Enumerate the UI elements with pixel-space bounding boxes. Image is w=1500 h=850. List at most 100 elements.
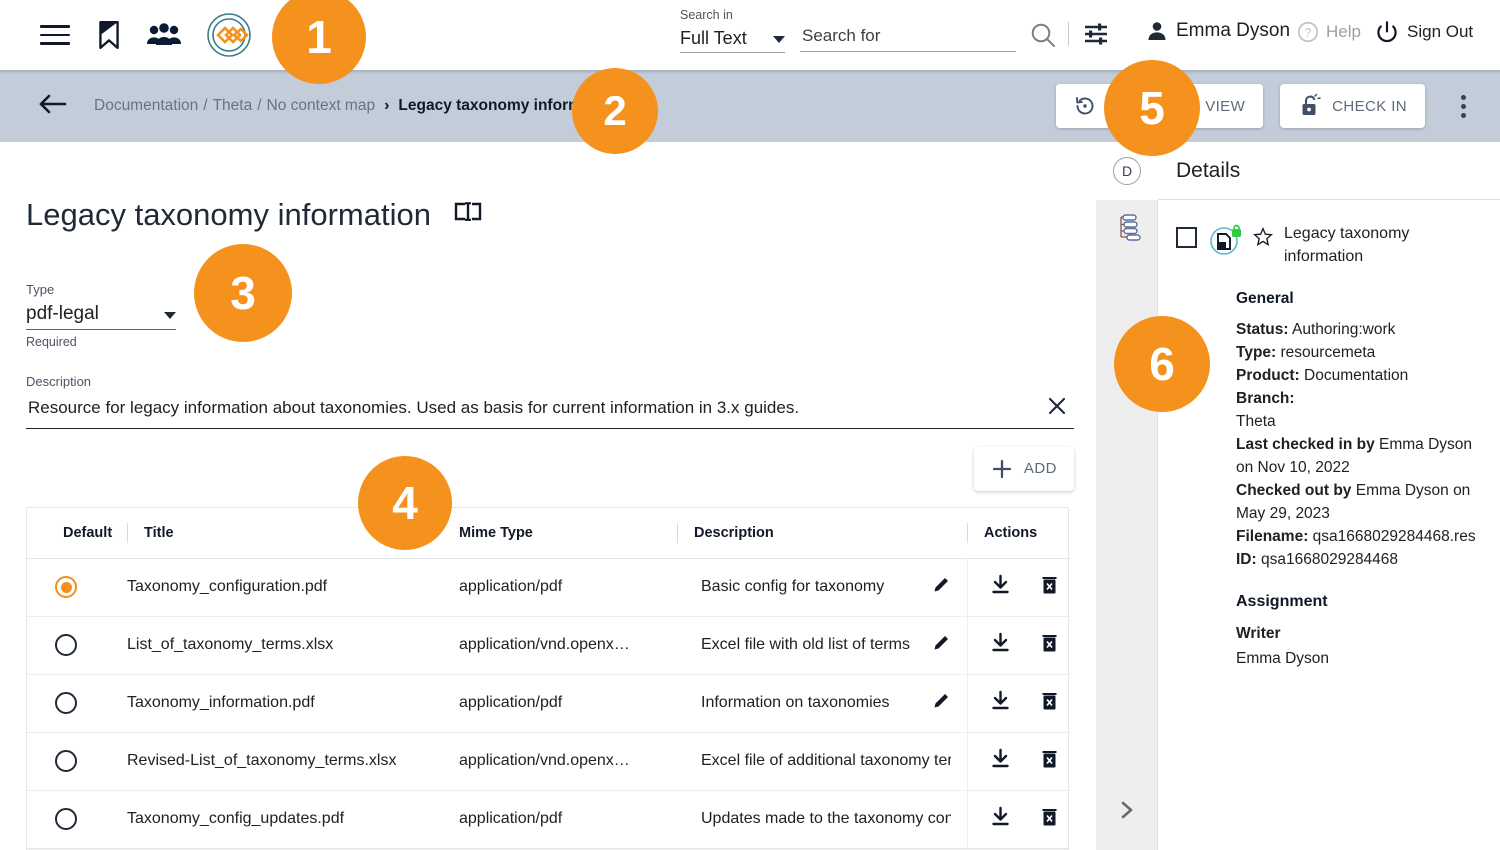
details-header: Details xyxy=(1158,142,1500,200)
rail-tab-hierarchy[interactable] xyxy=(1096,200,1158,258)
column-header-mime-type[interactable]: Mime Type xyxy=(459,507,677,559)
cell-actions xyxy=(967,790,1070,848)
breadcrumb-item-documentation[interactable]: Documentation xyxy=(94,97,198,115)
description-input[interactable] xyxy=(26,397,1006,420)
breadcrumb-separator: / xyxy=(257,97,262,114)
add-button[interactable]: ADD xyxy=(973,446,1074,491)
assignment-block: Writer Emma Dyson xyxy=(1236,621,1484,671)
details-title: Details xyxy=(1176,158,1241,182)
type-select[interactable]: pdf-legal xyxy=(26,303,176,330)
chevron-right-icon: › xyxy=(384,97,390,114)
svg-text:?: ? xyxy=(1305,26,1312,40)
meta-type: Type: resourcemeta xyxy=(1236,341,1484,364)
column-header-description[interactable]: Description xyxy=(677,507,967,559)
default-radio[interactable] xyxy=(55,750,77,773)
form-area: Type pdf-legal Required Description xyxy=(26,282,1096,429)
chevron-right-icon[interactable] xyxy=(1096,790,1158,830)
default-radio[interactable] xyxy=(55,634,77,657)
sign-out-button[interactable]: Sign Out xyxy=(1375,20,1473,44)
star-outline-icon[interactable] xyxy=(1253,226,1273,252)
download-icon[interactable] xyxy=(990,690,1011,716)
delete-icon[interactable] xyxy=(1039,632,1060,659)
search-in-select[interactable]: Full Text xyxy=(680,28,785,53)
column-header-default[interactable]: Default xyxy=(27,507,127,559)
arrow-left-icon[interactable] xyxy=(38,92,68,121)
files-table-wrapper: Default Title Mime Type Description Acti xyxy=(26,506,1070,850)
callout-badge-4: 4 xyxy=(358,456,452,550)
search-icon[interactable] xyxy=(1028,20,1058,55)
page-title-row: Legacy taxonomy information xyxy=(26,176,1096,254)
download-icon[interactable] xyxy=(990,748,1011,774)
close-x-icon[interactable] xyxy=(1046,395,1074,422)
breadcrumb-item-theta[interactable]: Theta xyxy=(213,97,253,115)
description-text: Excel file with old list of terms xyxy=(701,636,910,654)
column-header-actions-label: Actions xyxy=(984,524,1038,541)
app-logo-icon[interactable] xyxy=(204,11,256,59)
search-input[interactable] xyxy=(800,25,1016,47)
type-required-note: Required xyxy=(26,334,77,349)
details-rail: D xyxy=(1096,142,1158,850)
cell-default xyxy=(27,790,127,848)
description-text: Information on taxonomies xyxy=(701,694,890,712)
default-radio[interactable] xyxy=(55,808,77,831)
check-in-button[interactable]: CHECK IN xyxy=(1280,84,1425,128)
table-row[interactable]: Taxonomy_configuration.pdf application/p… xyxy=(27,558,1070,617)
delete-icon[interactable] xyxy=(1039,806,1060,833)
column-divider xyxy=(967,522,968,543)
filter-settings-icon[interactable] xyxy=(1082,20,1110,53)
locked-document-icon[interactable] xyxy=(1208,223,1242,262)
cell-title: Taxonomy_config_updates.pdf xyxy=(127,810,345,828)
download-icon[interactable] xyxy=(990,806,1011,832)
bookmark-icon[interactable] xyxy=(96,20,122,50)
default-radio[interactable] xyxy=(55,692,77,715)
help-label: Help xyxy=(1326,22,1361,41)
meta-type-label: Type: xyxy=(1236,344,1277,361)
download-icon[interactable] xyxy=(990,632,1011,658)
table-row[interactable]: List_of_taxonomy_terms.xlsx application/… xyxy=(27,616,1070,675)
default-radio[interactable] xyxy=(55,576,77,599)
search-in-group: Search in Full Text xyxy=(680,8,785,53)
cell-actions xyxy=(967,732,1070,791)
meta-last-checked-in: Last checked in by Emma Dyson on Nov 10,… xyxy=(1236,433,1484,479)
rename-icon[interactable] xyxy=(453,201,483,228)
chevron-down-icon xyxy=(773,36,785,43)
delete-icon[interactable] xyxy=(1039,574,1060,601)
hamburger-icon[interactable] xyxy=(38,22,72,48)
type-value: pdf-legal xyxy=(26,302,99,324)
checkbox-icon[interactable] xyxy=(1176,227,1197,248)
person-icon xyxy=(1148,22,1166,40)
meta-filename-label: Filename: xyxy=(1236,528,1309,545)
pencil-icon[interactable] xyxy=(932,633,951,657)
table-row[interactable]: Taxonomy_information.pdf application/pdf… xyxy=(27,674,1070,733)
help-button[interactable]: ? Help xyxy=(1297,21,1361,43)
page-title: Legacy taxonomy information xyxy=(26,196,431,232)
user-menu[interactable]: Emma Dyson xyxy=(1146,20,1290,42)
pencil-icon[interactable] xyxy=(932,691,951,715)
meta-product: Product: Documentation xyxy=(1236,364,1484,387)
breadcrumb-bar: Documentation / Theta / No context map ›… xyxy=(0,70,1500,142)
table-row[interactable]: Taxonomy_config_updates.pdf application/… xyxy=(27,790,1070,848)
meta-filename: Filename: qsa1668029284468.res xyxy=(1236,525,1484,548)
delete-icon[interactable] xyxy=(1039,690,1060,717)
table-row[interactable]: Revised-List_of_taxonomy_terms.xlsx appl… xyxy=(27,732,1070,791)
cell-actions xyxy=(967,558,1070,617)
check-in-label: CHECK IN xyxy=(1332,97,1407,115)
topbar-shadow xyxy=(0,70,1500,74)
download-icon[interactable] xyxy=(990,574,1011,600)
more-vertical-icon[interactable] xyxy=(1446,86,1480,126)
people-icon[interactable] xyxy=(146,22,182,48)
cell-mime: application/pdf xyxy=(459,674,677,733)
meta-product-value: Documentation xyxy=(1304,367,1409,384)
delete-icon[interactable] xyxy=(1039,748,1060,775)
cell-description: Excel file with old list of terms xyxy=(677,616,967,675)
header-divider xyxy=(1068,22,1069,46)
details-doc-row: Legacy taxonomy information xyxy=(1176,222,1484,268)
column-divider xyxy=(127,522,128,543)
column-divider xyxy=(677,522,678,543)
cell-description: Information on taxonomies xyxy=(677,674,967,733)
unlock-icon xyxy=(1302,93,1321,115)
pencil-icon[interactable] xyxy=(932,575,951,599)
top-bar: Search in Full Text Search for Emma Dyso… xyxy=(0,0,1500,70)
breadcrumb-item-no-context-map[interactable]: No context map xyxy=(267,97,376,115)
callout-badge-2: 2 xyxy=(572,68,658,154)
